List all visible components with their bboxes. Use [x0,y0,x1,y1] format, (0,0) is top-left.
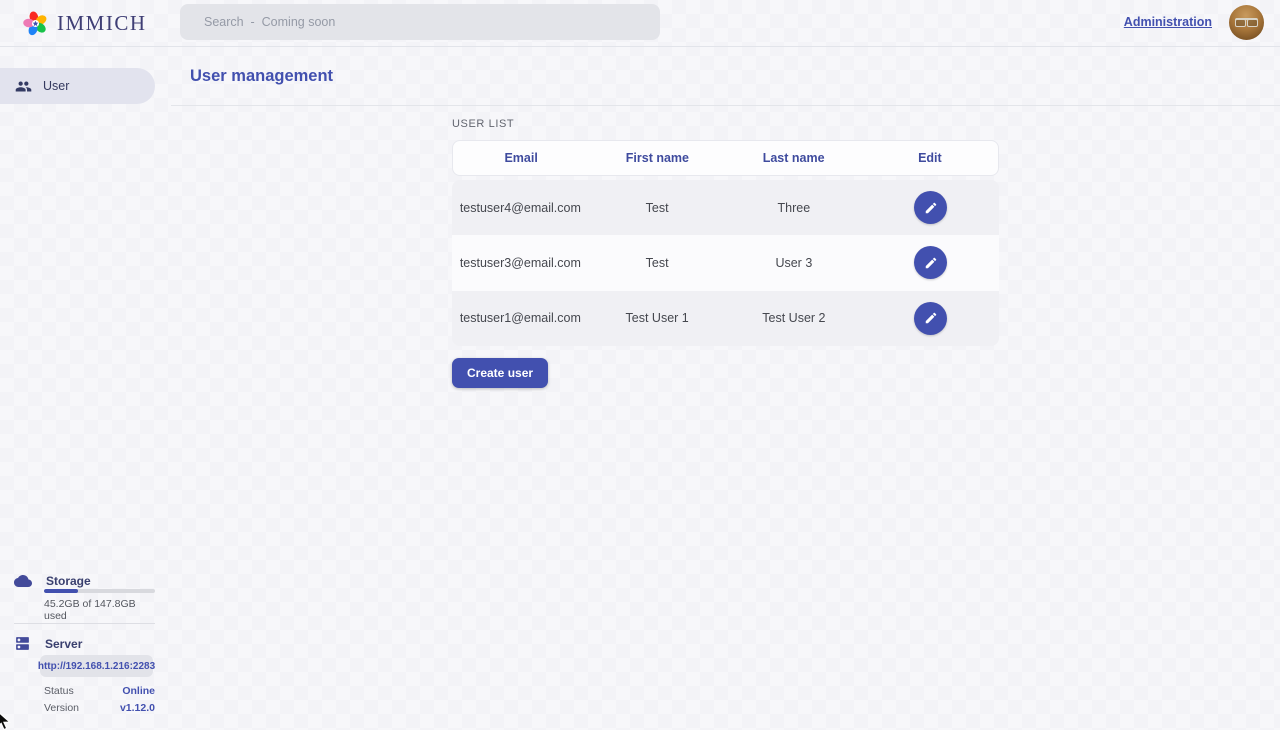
cell-email: testuser1@email.com [452,311,589,325]
version-label: Version [44,702,79,714]
immich-flower-logo-icon [22,10,49,37]
create-user-button[interactable]: Create user [452,358,548,388]
avatar-glasses-detail [1235,18,1258,25]
cell-email: testuser4@email.com [452,201,589,215]
server-status-row: Status Online [44,685,155,697]
server-title: Server [45,637,82,651]
server-icon [14,635,31,652]
column-header-email: Email [453,151,589,165]
table-header-row: Email First name Last name Edit [452,140,999,176]
sidebar-footer: Storage 45.2GB of 147.8GB used Server ht… [0,572,155,730]
edit-user-button[interactable] [914,246,947,279]
pencil-icon [924,311,938,325]
storage-section-header: Storage [14,572,91,590]
edit-user-button[interactable] [914,191,947,224]
table-row: testuser1@email.com Test User 1 Test Use… [452,291,999,346]
sidebar-item-user[interactable]: User [0,68,155,104]
cell-first-name: Test [589,201,726,215]
storage-usage-text: 45.2GB of 147.8GB used [44,598,155,622]
edit-user-button[interactable] [914,302,947,335]
table-row: testuser4@email.com Test Three [452,180,999,235]
pencil-icon [924,201,938,215]
search-input[interactable] [180,4,660,40]
user-table: testuser4@email.com Test Three testuser3… [452,180,999,346]
server-url-badge: http://192.168.1.216:2283 [40,655,153,677]
footer-divider [14,623,155,624]
server-section-header: Server [14,635,82,652]
table-row: testuser3@email.com Test User 3 [452,235,999,290]
administration-link[interactable]: Administration [1124,15,1212,29]
brand: IMMICH [22,0,147,47]
server-version-row: Version v1.12.0 [44,702,155,714]
status-label: Status [44,685,74,697]
main-content: User management USER LIST Email First na… [171,47,1280,730]
column-header-first-name: First name [589,151,725,165]
pencil-icon [924,256,938,270]
cell-last-name: User 3 [726,256,863,270]
app-header: IMMICH Administration [0,0,1280,47]
user-list-label: USER LIST [452,118,999,130]
users-icon [15,78,32,95]
storage-progress-fill [44,589,78,593]
page-header: User management [171,47,1280,106]
cell-first-name: Test [589,256,726,270]
column-header-last-name: Last name [726,151,862,165]
cell-last-name: Test User 2 [726,311,863,325]
cell-first-name: Test User 1 [589,311,726,325]
cell-last-name: Three [726,201,863,215]
cloud-icon [14,572,32,590]
storage-progress-bar [44,589,155,593]
page-title: User management [190,67,333,86]
app-title: IMMICH [57,11,147,36]
cell-email: testuser3@email.com [452,256,589,270]
sidebar: User Storage 45.2GB of 147.8GB used [0,47,155,730]
storage-title: Storage [46,574,91,588]
version-value: v1.12.0 [120,702,155,714]
sidebar-item-user-label: User [43,79,69,93]
status-value: Online [122,685,155,697]
user-avatar[interactable] [1229,5,1264,40]
column-header-edit: Edit [862,151,998,165]
